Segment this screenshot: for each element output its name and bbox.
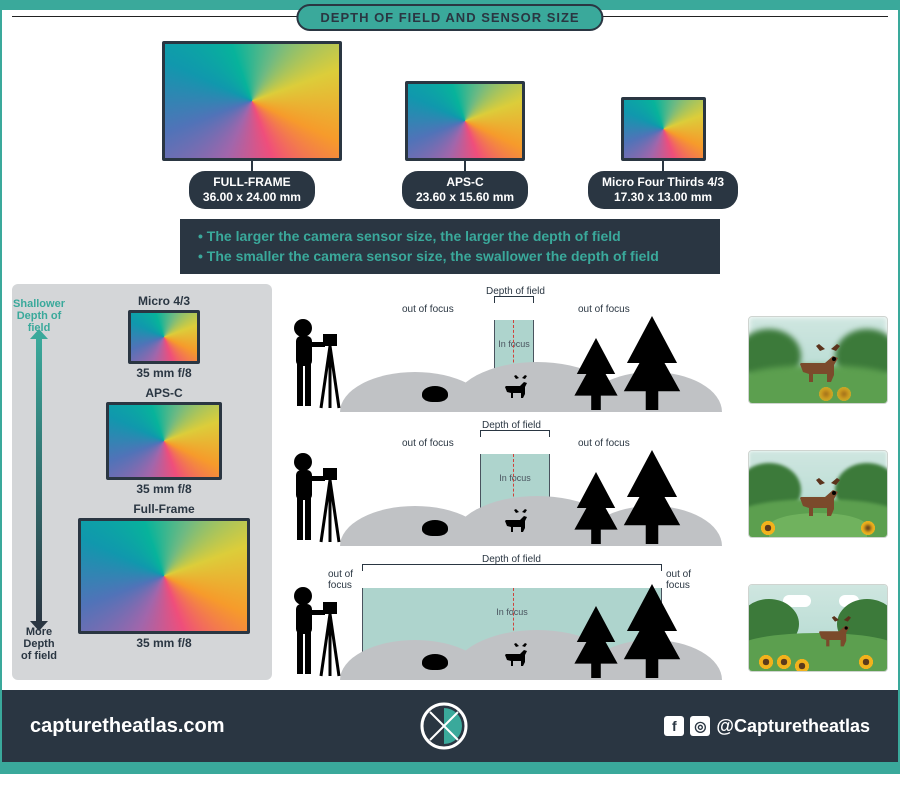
sensor-row-apsc: APS-C 35 mm f/8 [106, 386, 222, 496]
sensor-label: APS-C 23.60 x 15.60 mm [402, 171, 528, 209]
dof-bracket-icon [494, 296, 534, 297]
bottom-accent-bar [2, 762, 898, 772]
out-of-focus-label: out of focus [578, 438, 630, 449]
moose-icon [815, 615, 855, 649]
key-bullets: • The larger the camera sensor size, the… [180, 219, 720, 274]
instagram-icon: ◎ [690, 716, 710, 736]
scene-column: Depth of field In focus out of focus out… [282, 284, 888, 680]
moose-icon [795, 343, 845, 385]
out-of-focus-label: out of focus [402, 438, 454, 449]
moose-icon [795, 477, 845, 519]
scene-diagram: Depth of field In focus out of focus out… [282, 552, 738, 680]
scene-diagram: Depth of field In focus out of focus out… [282, 418, 738, 546]
hedgehog-icon [422, 520, 448, 536]
footer: capturetheatlas.com f ◎ @Capturetheatlas [2, 690, 898, 762]
sensor-m43: Micro Four Thirds 4/3 17.30 x 13.00 mm [588, 97, 738, 209]
brand-logo-icon [420, 702, 468, 750]
scene-diagram: Depth of field In focus out of focus out… [282, 284, 738, 412]
facebook-icon: f [664, 716, 684, 736]
connector-line [662, 161, 664, 171]
connector-line [251, 161, 253, 171]
scene-row-m43: Depth of field In focus out of focus out… [282, 284, 888, 412]
footer-url: capturetheatlas.com [30, 715, 225, 738]
sensor-dof-panel: Shallower Depth of field More Depth of f… [12, 284, 272, 680]
moose-icon [500, 642, 530, 668]
double-arrow-icon [36, 338, 42, 621]
photographer-icon [282, 312, 348, 412]
more-dof-label: More Depth of field [20, 626, 58, 662]
dof-range-arrow: Shallower Depth of field More Depth of f… [20, 294, 58, 666]
scene-row-fullframe: Depth of field In focus out of focus out… [282, 552, 888, 680]
sensor-label: Micro Four Thirds 4/3 17.30 x 13.00 mm [588, 171, 738, 209]
hedgehog-icon [422, 386, 448, 402]
moose-icon [500, 508, 530, 534]
sensor-size-row: FULL-FRAME 36.00 x 24.00 mm APS-C 23.60 … [12, 41, 888, 209]
sensor-apsc: APS-C 23.60 x 15.60 mm [402, 81, 528, 209]
result-photo-apsc [748, 450, 888, 538]
photographer-icon [282, 580, 348, 680]
sensor-chip-icon [621, 97, 706, 161]
footer-handle: f ◎ @Capturetheatlas [664, 716, 870, 737]
out-of-focus-label: out of focus [402, 304, 454, 315]
hedgehog-icon [422, 654, 448, 670]
sensor-row-m43: Micro 4/3 35 mm f/8 [128, 294, 200, 380]
sensor-stack: Micro 4/3 35 mm f/8 APS-C 35 mm f/8 Full… [64, 294, 264, 666]
photographer-icon [282, 446, 348, 546]
tree-icon [570, 338, 622, 410]
result-photo-m43 [748, 316, 888, 404]
dof-bracket-icon [480, 430, 550, 431]
moose-icon [500, 374, 530, 400]
sensor-chip-icon [78, 518, 250, 634]
out-of-focus-label: out of focus [578, 304, 630, 315]
header-rule: DEPTH OF FIELD AND SENSOR SIZE [12, 16, 888, 17]
tree-icon [616, 316, 688, 410]
sensor-chip-icon [128, 310, 200, 364]
tree-icon [570, 606, 622, 678]
tree-icon [616, 450, 688, 544]
dof-bracket-icon [362, 564, 662, 565]
result-photo-fullframe [748, 584, 888, 672]
sensor-fullframe: FULL-FRAME 36.00 x 24.00 mm [162, 41, 342, 209]
scene-row-apsc: Depth of field In focus out of focus out… [282, 418, 888, 546]
tree-icon [616, 584, 688, 678]
tree-icon [570, 472, 622, 544]
connector-line [464, 161, 466, 171]
sensor-chip-icon [405, 81, 525, 161]
sensor-label: FULL-FRAME 36.00 x 24.00 mm [189, 171, 315, 209]
sensor-chip-icon [162, 41, 342, 161]
page-title: DEPTH OF FIELD AND SENSOR SIZE [296, 4, 603, 31]
sensor-chip-icon [106, 402, 222, 480]
sensor-row-fullframe: Full-Frame 35 mm f/8 [78, 502, 250, 650]
